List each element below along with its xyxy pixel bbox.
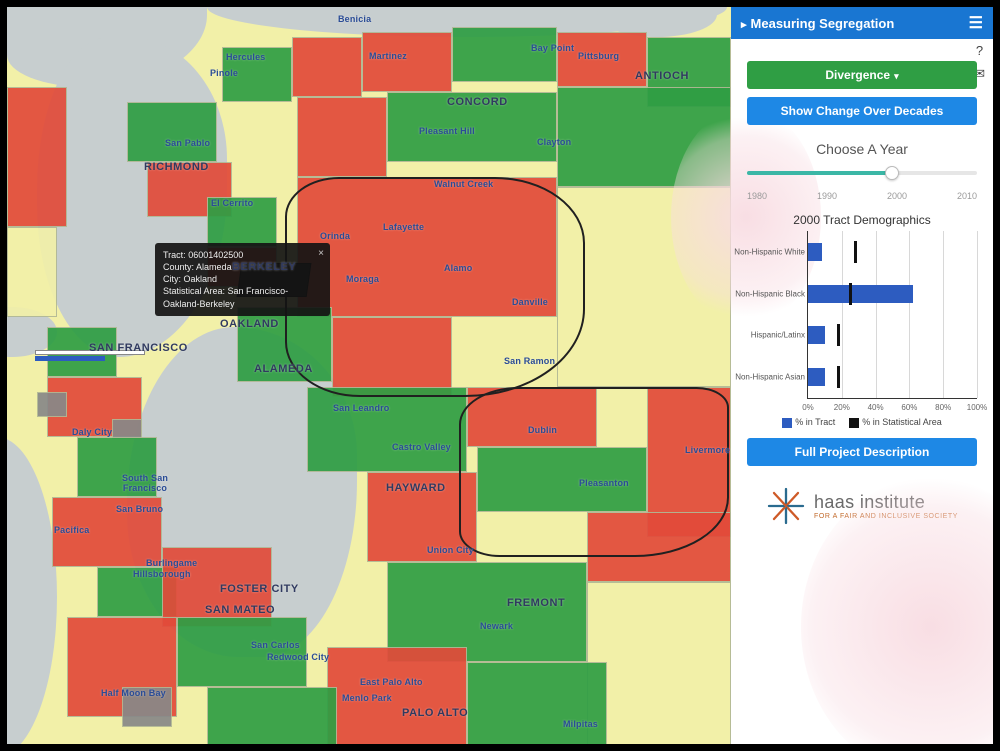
city-label: Castro Valley xyxy=(392,442,451,452)
panel-header[interactable]: ▸ Measuring Segregation ☰ xyxy=(731,7,993,39)
city-label: Hillsborough xyxy=(133,569,191,579)
caret-down-icon: ▾ xyxy=(894,71,899,81)
city-label: Lafayette xyxy=(383,222,424,232)
city-label: SAN FRANCISCO xyxy=(89,342,188,354)
city-label: Danville xyxy=(512,297,548,307)
city-label: Menlo Park xyxy=(342,693,392,703)
year-slider[interactable] xyxy=(747,167,977,179)
city-label: FOSTER CITY xyxy=(220,583,299,595)
city-label: HAYWARD xyxy=(386,482,446,494)
city-label: Bay Point xyxy=(531,43,574,53)
city-label: South San Francisco xyxy=(115,473,175,493)
city-label: BERKELEY xyxy=(232,261,296,273)
chart-title: 2000 Tract Demographics xyxy=(747,213,977,227)
city-label: Redwood City xyxy=(267,652,329,662)
city-label: San Carlos xyxy=(251,640,300,650)
year-tick: 2000 xyxy=(887,191,907,201)
city-label: San Ramon xyxy=(504,356,555,366)
show-change-button[interactable]: Show Change Over Decades xyxy=(747,97,977,125)
city-label: FREMONT xyxy=(507,597,565,609)
city-label: Dublin xyxy=(528,425,557,435)
map-canvas[interactable]: × Tract: 06001402500 County: Alameda Cit… xyxy=(7,7,731,744)
city-label: ANTIOCH xyxy=(635,70,689,82)
city-label: Half Moon Bay xyxy=(101,688,166,698)
city-label: East Palo Alto xyxy=(360,677,423,687)
city-label: Alamo xyxy=(444,263,472,273)
city-label: Pittsburg xyxy=(578,51,619,61)
city-label: Newark xyxy=(480,621,513,631)
city-label: El Cerrito xyxy=(211,198,253,208)
side-panel: ▸Measuring Segregation ☰ ? ✉ Divergence▾… xyxy=(731,7,993,744)
city-label: Union City xyxy=(427,545,474,555)
city-label: Daly City xyxy=(72,427,112,437)
year-title: Choose A Year xyxy=(747,141,977,157)
city-label: Martinez xyxy=(369,51,407,61)
city-label: Orinda xyxy=(320,231,350,241)
city-label: Milpitas xyxy=(563,719,598,729)
city-label: Burlingame xyxy=(146,558,197,568)
city-label: RICHMOND xyxy=(144,161,209,173)
city-label: Walnut Creek xyxy=(434,179,493,189)
city-label: OAKLAND xyxy=(220,318,279,330)
slider-thumb[interactable] xyxy=(885,166,899,180)
project-description-button[interactable]: Full Project Description xyxy=(747,438,977,466)
year-tick: 2010 xyxy=(957,191,977,201)
city-label: San Bruno xyxy=(116,504,163,514)
city-label: San Leandro xyxy=(333,403,390,413)
year-tick: 1990 xyxy=(817,191,837,201)
logo-burst-icon xyxy=(766,486,806,526)
city-label: CONCORD xyxy=(447,96,508,108)
city-label: Pleasant Hill xyxy=(419,126,475,136)
city-label: Pinole xyxy=(210,68,238,78)
chevron-right-icon: ▸ xyxy=(741,19,747,31)
city-label: Moraga xyxy=(346,274,379,284)
city-label: ALAMEDA xyxy=(254,363,313,375)
city-label: Pacifica xyxy=(54,525,89,535)
city-label: Livermore xyxy=(685,445,730,455)
divergence-dropdown[interactable]: Divergence▾ xyxy=(747,61,977,89)
city-label: PALO ALTO xyxy=(402,707,468,719)
year-tick: 1980 xyxy=(747,191,767,201)
city-label: Pleasanton xyxy=(579,478,629,488)
close-icon[interactable]: × xyxy=(318,247,324,261)
panel-title: Measuring Segregation xyxy=(751,16,895,31)
city-label: Benicia xyxy=(338,14,371,24)
city-label: San Pablo xyxy=(165,138,210,148)
city-label: Hercules xyxy=(226,52,265,62)
map-tooltip: × Tract: 06001402500 County: Alameda Cit… xyxy=(155,243,330,316)
city-label: SAN MATEO xyxy=(205,604,275,616)
menu-icon[interactable]: ☰ xyxy=(969,13,983,33)
city-label: Clayton xyxy=(537,137,571,147)
demographics-chart: 0%20%40%60%80%100%Non-Hispanic WhiteNon-… xyxy=(807,231,977,399)
